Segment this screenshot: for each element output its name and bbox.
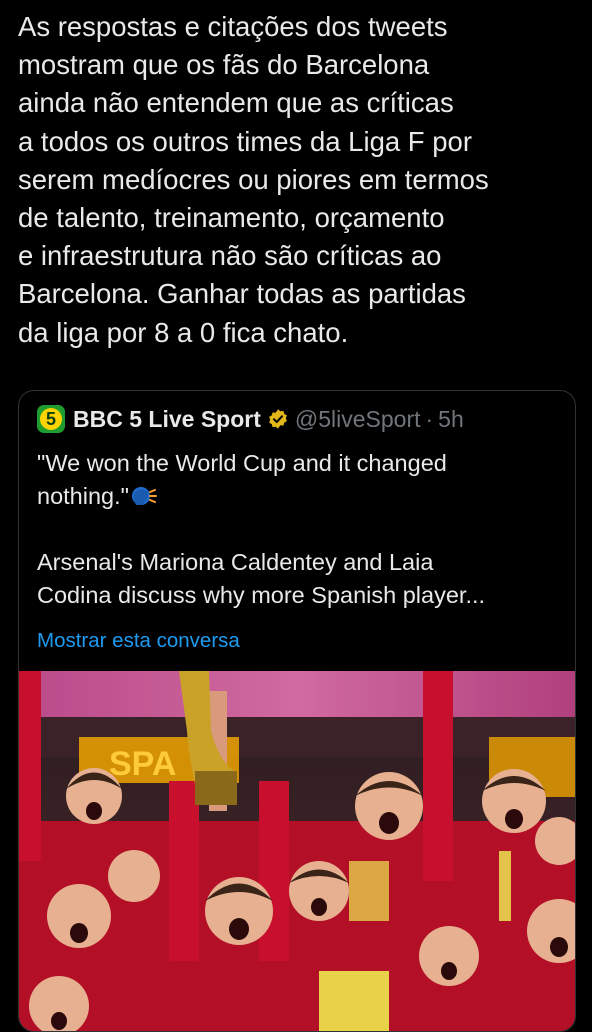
quoted-paragraph-1: "We won the World Cup and it changed not… [37, 447, 562, 513]
avatar-label: 5 [40, 408, 62, 430]
quoted-paragraph-2: Arsenal's Mariona Caldentey and Laia Cod… [37, 549, 486, 608]
separator-dot: · [425, 405, 434, 432]
handle[interactable]: @5liveSport [295, 406, 421, 433]
banner-logo-text: SPA [109, 745, 176, 783]
display-name[interactable]: BBC 5 Live Sport [73, 406, 261, 433]
avatar[interactable]: 5 [37, 405, 65, 433]
speaking-head-icon [131, 487, 157, 505]
quoted-tweet-header: 5 BBC 5 Live Sport @5liveSport · 5h [37, 405, 464, 433]
quoted-tweet-card[interactable]: 5 BBC 5 Live Sport @5liveSport · 5h "We … [18, 390, 576, 1032]
team-celebration-photo-icon: SPA [19, 671, 575, 1031]
post-text: As respostas e citações dos tweets mostr… [18, 11, 489, 348]
media-image[interactable]: SPA [19, 671, 575, 1031]
quoted-quote-text: "We won the World Cup and it changed not… [37, 450, 447, 509]
quoted-tweet-body: "We won the World Cup and it changed not… [37, 447, 562, 612]
show-thread-link[interactable]: Mostrar esta conversa [37, 629, 240, 653]
verified-badge-icon [268, 409, 287, 429]
timestamp[interactable]: 5h [438, 406, 464, 433]
